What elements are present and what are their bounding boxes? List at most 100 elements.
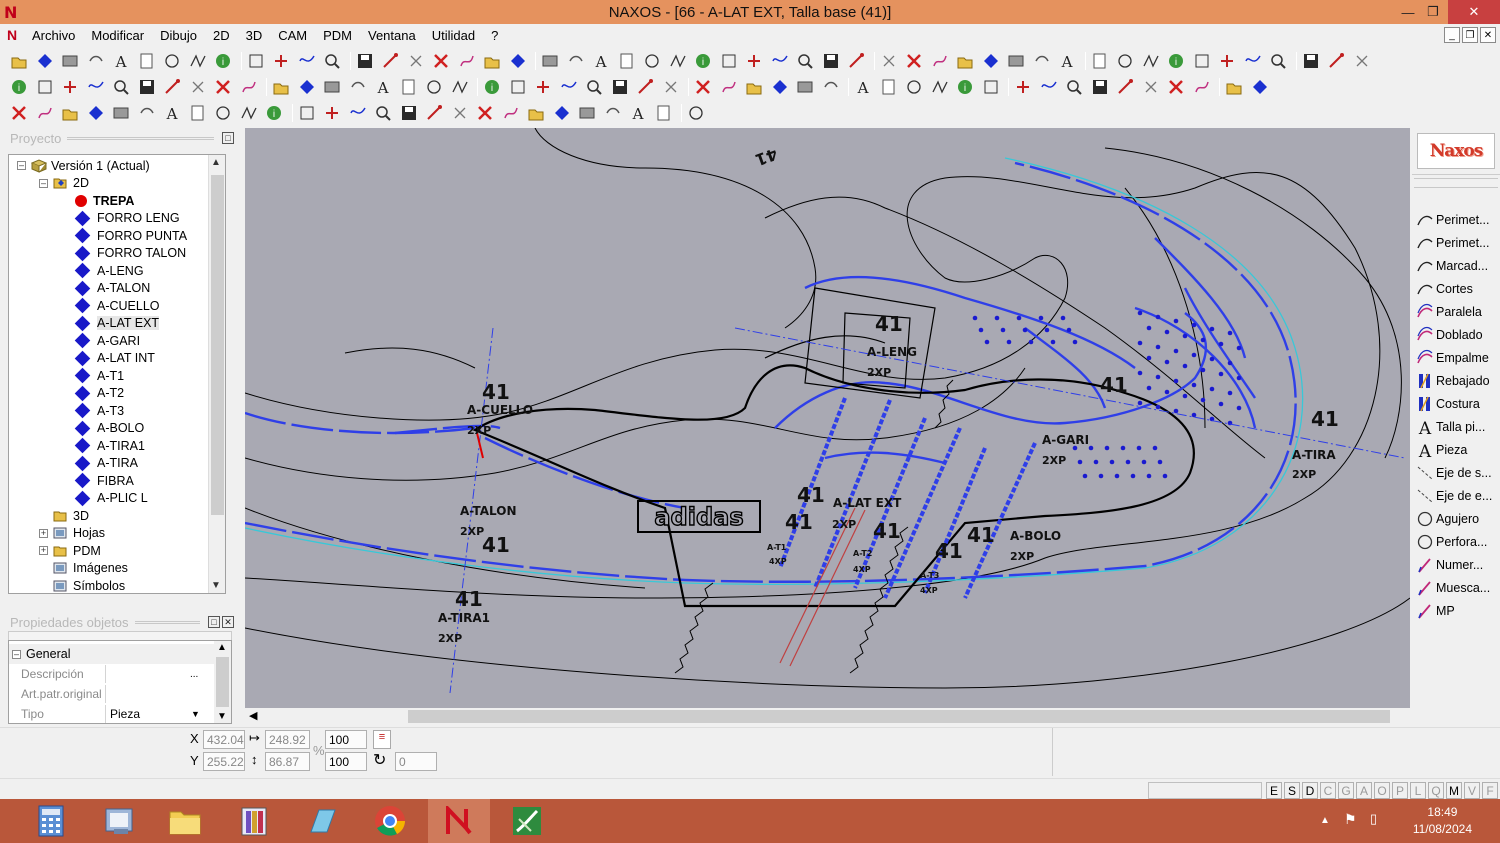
status-flag-o[interactable]: O (1374, 782, 1390, 799)
toolbar-tool-icon[interactable] (451, 78, 469, 96)
tree-item-versi-n-1-actual-[interactable]: – Versión 1 (Actual) (17, 157, 150, 174)
toolbar-tool-icon[interactable]: i (265, 104, 283, 122)
status-flag-a[interactable]: A (1356, 782, 1372, 799)
palette-item[interactable]: Muesca... (1416, 577, 1500, 599)
toolbar-tool-icon[interactable] (36, 52, 54, 70)
tree-item-a-bolo[interactable]: A-BOLO (74, 420, 144, 437)
status-flag-f[interactable]: F (1482, 782, 1498, 799)
toolbar-tool-icon[interactable] (240, 104, 258, 122)
toolbar-tool-icon[interactable]: i (1167, 52, 1185, 70)
toolbar-tool-icon[interactable] (323, 78, 341, 96)
menu-ventana[interactable]: Ventana (360, 28, 424, 43)
properties-group-row[interactable]: – General (9, 644, 214, 664)
group-collapse-icon[interactable]: – (12, 649, 21, 659)
toolbar-tool-icon[interactable] (374, 104, 392, 122)
expand-icon[interactable]: + (39, 546, 48, 555)
toolbar-tool-icon[interactable] (771, 78, 789, 96)
palette-item[interactable]: Perimet... (1416, 209, 1500, 231)
doc-close-button[interactable]: ✕ (1480, 27, 1496, 43)
palette-item[interactable]: Costura (1416, 393, 1500, 415)
menu-archivo[interactable]: Archivo (24, 28, 83, 43)
toolbar-tool-icon[interactable] (956, 52, 974, 70)
tree-item-trepa[interactable]: TREPA (75, 192, 134, 209)
toolbar-tool-icon[interactable] (61, 52, 79, 70)
toolbar-tool-icon[interactable] (1091, 52, 1109, 70)
toolbar-tool-icon[interactable] (10, 104, 28, 122)
tree-item-a-leng[interactable]: A-LENG (74, 262, 144, 279)
project-panel-pin-button[interactable]: □ (222, 132, 234, 144)
toolbar-tool-icon[interactable] (931, 52, 949, 70)
toolbar-tool-icon[interactable] (214, 104, 232, 122)
toolbar-tool-icon[interactable]: A (1058, 52, 1076, 71)
toolbar-tool-icon[interactable] (1167, 78, 1185, 96)
calculator-taskbar-button[interactable] (20, 799, 82, 843)
toolbar-tool-icon[interactable] (1327, 52, 1345, 70)
property-row-tipo[interactable]: Tipo Pieza ▼ (9, 704, 209, 724)
menu-utilidad[interactable]: Utilidad (424, 28, 483, 43)
toolbar-tool-icon[interactable] (61, 104, 79, 122)
toolbar-tool-icon[interactable] (567, 52, 585, 70)
tree-item-3d[interactable]: 3D (53, 507, 89, 524)
toolbar-tool-icon[interactable] (771, 52, 789, 70)
tree-item-2d[interactable]: – 2D (39, 175, 89, 192)
status-flag-m[interactable]: M (1446, 782, 1462, 799)
toolbar-tool-icon[interactable] (425, 78, 443, 96)
toolbar-tool-icon[interactable] (1014, 78, 1032, 96)
menu-modificar[interactable]: Modificar (83, 28, 152, 43)
drawing-canvas[interactable]: adidas 41 A-CUELLO 2XP A-TALON 2XP 41 41 A-TIRA… (245, 128, 1410, 708)
menu-cam[interactable]: CAM (270, 28, 315, 43)
toolbar-tool-icon[interactable] (189, 104, 207, 122)
toolbar-tool-icon[interactable] (61, 78, 79, 96)
toolbar-tool-icon[interactable]: i (214, 52, 232, 70)
scale-x-field[interactable]: 100 (325, 730, 367, 749)
canvas-horizontal-scrollbar[interactable]: ◀ (245, 708, 1410, 725)
notepad-taskbar-button[interactable] (291, 799, 353, 843)
palette-item[interactable]: Doblado (1416, 324, 1500, 346)
toolbar-tool-icon[interactable] (400, 104, 418, 122)
tree-item-forro-talon[interactable]: FORRO TALON (74, 245, 186, 262)
status-flag-g[interactable]: G (1338, 782, 1354, 799)
toolbar-tool-icon[interactable] (138, 52, 156, 70)
toolbar-tool-icon[interactable] (509, 78, 527, 96)
properties-pin-button[interactable]: □ (208, 616, 220, 628)
toolbar-tool-icon[interactable] (323, 104, 341, 122)
toolbar-tool-icon[interactable] (1302, 52, 1320, 70)
toolbar-tool-icon[interactable] (578, 104, 596, 122)
properties-scrollbar[interactable]: ▲ ▼ (214, 641, 231, 723)
collapse-icon[interactable]: – (17, 161, 26, 170)
menu-dibujo[interactable]: Dibujo (152, 28, 205, 43)
palette-item[interactable]: A Talla pi... (1416, 416, 1500, 438)
palette-item[interactable]: Cortes (1416, 278, 1500, 300)
naxos-taskbar-button[interactable] (428, 799, 490, 843)
palette-item[interactable]: Perfora... (1416, 531, 1500, 553)
palette-item[interactable]: Rebajado (1416, 370, 1500, 392)
app-taskbar-button[interactable] (496, 799, 558, 843)
doc-restore-button[interactable]: ❐ (1462, 27, 1478, 43)
toolbar-tool-icon[interactable] (1244, 52, 1262, 70)
tree-item-forro-punta[interactable]: FORRO PUNTA (74, 227, 187, 244)
toolbar-tool-icon[interactable] (1091, 78, 1109, 96)
toolbar-tool-icon[interactable]: A (854, 78, 872, 97)
document-icon[interactable]: N (0, 27, 24, 43)
toolbar-tool-icon[interactable] (1065, 78, 1083, 96)
expand-icon[interactable]: + (39, 528, 48, 538)
toolbar-tool-icon[interactable] (1040, 78, 1058, 96)
winrar-taskbar-button[interactable] (223, 799, 285, 843)
toolbar-tool-icon[interactable] (509, 52, 527, 70)
toolbar-tool-icon[interactable] (87, 104, 105, 122)
palette-item[interactable]: Numer... (1416, 554, 1500, 576)
status-flag-e[interactable]: E (1266, 782, 1282, 799)
toolbar-tool-icon[interactable] (585, 78, 603, 96)
palette-item[interactable]: Empalme (1416, 347, 1500, 369)
height-field[interactable]: 86.87 (265, 752, 310, 771)
rotate-icon[interactable]: ↻ (373, 750, 386, 770)
toolbar-tool-icon[interactable] (1193, 78, 1211, 96)
toolbar-tool-icon[interactable]: A (629, 104, 647, 123)
property-row-descripcion[interactable]: Descripción ... (9, 664, 209, 684)
toolbar-tool-icon[interactable] (1116, 78, 1134, 96)
toolbar-tool-icon[interactable]: A (112, 52, 130, 71)
palette-item[interactable]: Eje de e... (1416, 485, 1500, 507)
toolbar-tool-icon[interactable] (1033, 52, 1051, 70)
tree-item-s-mbolos[interactable]: Símbolos (53, 577, 125, 593)
taskbar-clock[interactable]: 18:49 11/08/2024 (1413, 804, 1472, 838)
